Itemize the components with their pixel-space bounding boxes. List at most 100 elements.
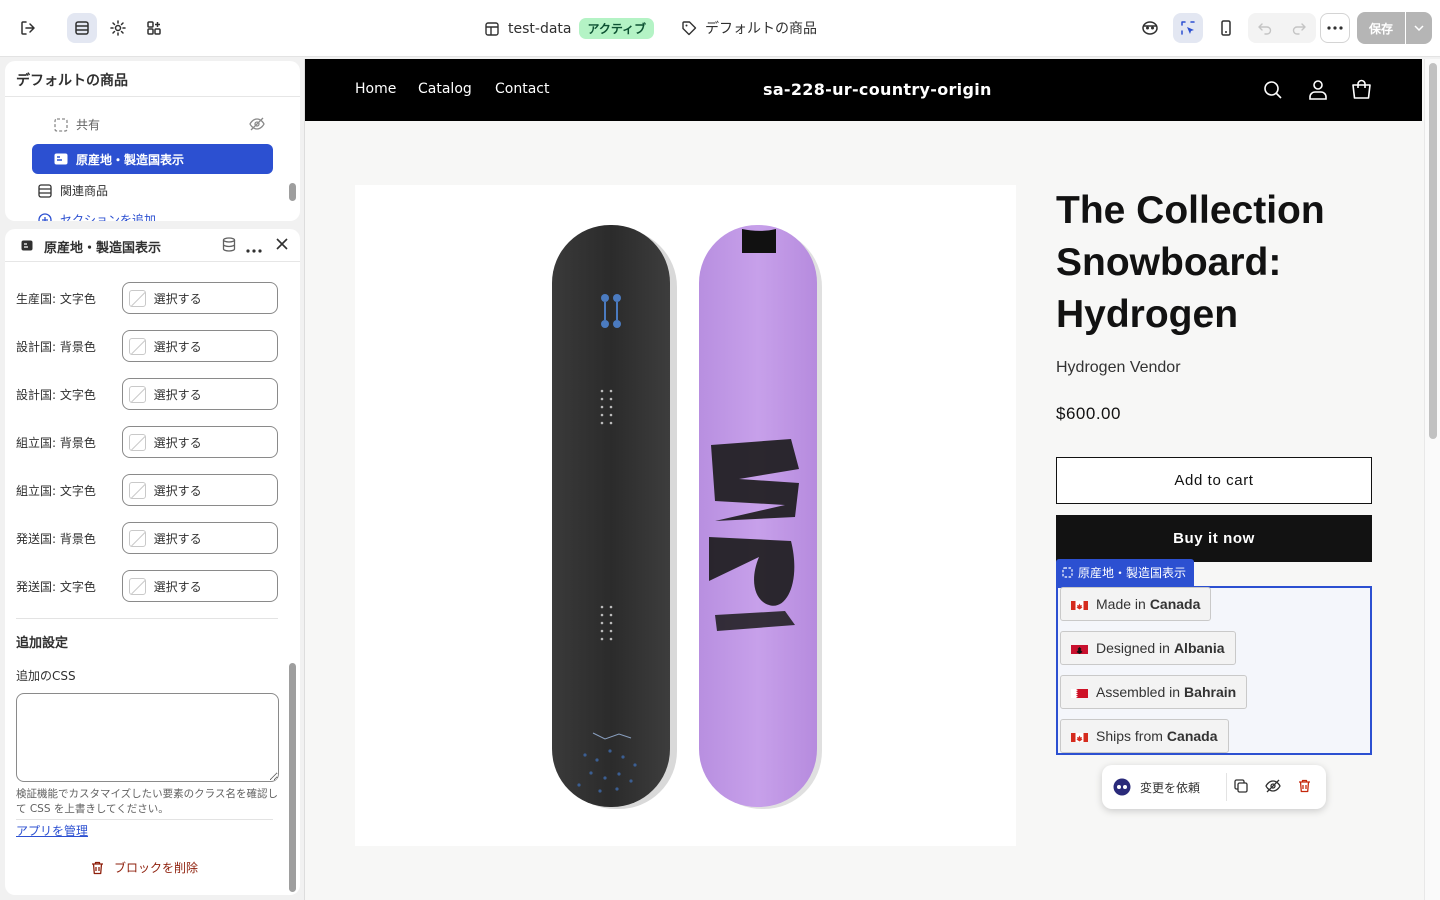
block-settings-panel: 原産地・製造国表示 生産国: 文字色 選択する 設計国: 背景色 選択する 設計…	[5, 229, 300, 895]
duplicate-icon[interactable]	[1234, 779, 1248, 797]
css-label: 追加のCSS	[16, 669, 76, 683]
picker-value: 選択する	[153, 531, 202, 546]
preview-scrollbar[interactable]	[1424, 59, 1440, 900]
store-header: Home Catalog Contact sa-228-ur-country-o…	[305, 59, 1422, 121]
sections-icon[interactable]	[67, 13, 97, 43]
section-panel-title: デフォルトの商品	[16, 73, 128, 89]
albania-flag-icon	[1071, 643, 1088, 654]
select-cursor-icon[interactable]	[1173, 13, 1203, 43]
origin-block[interactable]: Made in Canada Designed in Albania Assembl…	[1056, 586, 1372, 755]
canada-flag-icon	[1071, 731, 1088, 742]
canada-flag-icon	[1071, 599, 1088, 610]
color-picker[interactable]: 選択する	[121, 522, 278, 554]
product-image[interactable]	[355, 185, 1016, 846]
store-preview: Home Catalog Contact sa-228-ur-country-o…	[304, 59, 1440, 900]
color-picker[interactable]: 選択する	[121, 426, 278, 458]
account-icon[interactable]	[1308, 79, 1328, 104]
exit-icon[interactable]	[13, 13, 43, 43]
preview-scroll-thumb[interactable]	[1429, 63, 1437, 439]
color-picker[interactable]: 選択する	[121, 282, 278, 314]
color-picker[interactable]: 選択する	[121, 330, 278, 362]
bahrain-flag-icon	[1071, 687, 1088, 698]
add-section-label: セクションを追加	[60, 213, 157, 221]
apps-icon[interactable]	[139, 13, 169, 43]
delete-block-label: ブロックを削除	[114, 861, 199, 875]
status-badge: アクティブ	[579, 18, 655, 39]
template-selector[interactable]: デフォルトの商品	[681, 18, 817, 38]
app-block-icon	[21, 240, 33, 251]
origin-chip-assembled: Assembled in Bahrain	[1060, 675, 1248, 709]
mobile-preview-icon[interactable]	[1211, 13, 1241, 43]
nav-link-home[interactable]: Home	[355, 81, 396, 97]
add-to-cart-button[interactable]: Add to cart	[1056, 457, 1372, 504]
product-vendor: Hydrogen Vendor	[1056, 359, 1181, 376]
tree-item-label: 関連商品	[60, 184, 109, 198]
origin-country: Canada	[1149, 596, 1201, 612]
nav-link-contact[interactable]: Contact	[495, 81, 549, 97]
inspector-icon	[1113, 778, 1131, 800]
tree-item-related-products[interactable]: 関連商品	[38, 182, 108, 199]
nav-link-catalog[interactable]: Catalog	[418, 81, 472, 97]
request-change-button[interactable]: 変更を依頼	[1140, 779, 1200, 796]
manage-app-link[interactable]: アプリを管理	[16, 822, 88, 839]
color-picker[interactable]: 選択する	[121, 378, 278, 410]
gear-icon[interactable]	[103, 13, 133, 43]
setting-row: 組立国: 背景色 選択する	[16, 426, 278, 458]
add-section-button[interactable]: セクションを追加	[38, 211, 156, 221]
block-tag-label: 原産地・製造国表示	[1078, 566, 1187, 580]
color-picker[interactable]: 選択する	[121, 474, 278, 506]
eye-off-icon[interactable]	[1265, 779, 1281, 797]
origin-prefix: Assembled in	[1096, 684, 1181, 700]
store-name[interactable]: sa-228-ur-country-origin	[763, 80, 992, 99]
inspector-icon[interactable]	[1135, 13, 1165, 43]
setting-row: 組立国: 文字色 選択する	[16, 474, 278, 506]
block-dashed-icon	[54, 117, 68, 132]
trash-icon[interactable]	[1298, 779, 1311, 797]
store-label: test-data	[508, 20, 572, 37]
more-icon[interactable]	[246, 242, 262, 257]
picker-value: 選択する	[153, 291, 202, 306]
product-price: $600.00	[1056, 404, 1121, 423]
picker-value: 選択する	[153, 579, 202, 594]
origin-chip-designed: Designed in Albania	[1060, 631, 1236, 665]
buy-now-button[interactable]: Buy it now	[1056, 515, 1372, 562]
origin-prefix: Made in	[1096, 596, 1146, 612]
floating-block-toolbar: 変更を依頼	[1102, 765, 1326, 809]
origin-country: Canada	[1166, 728, 1218, 744]
more-icon[interactable]	[1320, 13, 1350, 43]
search-icon[interactable]	[1263, 80, 1283, 104]
delete-block-button[interactable]: ブロックを削除	[91, 859, 198, 876]
empty-swatch-icon	[128, 577, 146, 595]
block-panel-header: 原産地・製造国表示	[5, 229, 300, 262]
save-button[interactable]: 保存	[1357, 12, 1405, 44]
settings-scrollbar[interactable]	[289, 663, 296, 892]
save-options-button[interactable]	[1406, 12, 1432, 44]
picker-value: 選択する	[153, 339, 202, 354]
plus-circle-icon	[38, 212, 52, 221]
color-picker[interactable]: 選択する	[121, 570, 278, 602]
redo-icon[interactable]	[1282, 13, 1316, 43]
setting-row: 生産国: 文字色 選択する	[16, 282, 278, 314]
origin-prefix: Designed in	[1096, 640, 1170, 656]
setting-label: 設計国: 背景色	[16, 339, 96, 354]
setting-label: 発送国: 文字色	[16, 579, 96, 594]
tree-scrollbar[interactable]	[289, 183, 296, 201]
origin-country: Albania	[1173, 640, 1225, 656]
setting-label: 組立国: 背景色	[16, 435, 96, 450]
section-icon	[38, 183, 52, 198]
close-icon[interactable]	[276, 238, 288, 254]
origin-prefix: Ships from	[1096, 728, 1163, 744]
editor-topbar: test-data アクティブ デフォルトの商品 保存	[0, 0, 1440, 57]
cart-icon[interactable]	[1351, 79, 1372, 104]
store-selector[interactable]: test-data アクティブ	[484, 18, 655, 39]
setting-label: 発送国: 背景色	[16, 531, 96, 546]
tree-item-label: 原産地・製造国表示	[76, 152, 185, 167]
undo-icon[interactable]	[1248, 13, 1282, 43]
custom-css-textarea[interactable]	[16, 693, 279, 782]
tree-item-shared[interactable]: 共有	[54, 116, 100, 133]
eye-off-icon[interactable]	[249, 117, 265, 135]
picker-value: 選択する	[153, 435, 202, 450]
selected-block-tag: 原産地・製造国表示	[1056, 559, 1195, 586]
database-icon[interactable]	[222, 237, 236, 256]
tree-item-origin-block[interactable]: 原産地・製造国表示	[32, 144, 273, 174]
